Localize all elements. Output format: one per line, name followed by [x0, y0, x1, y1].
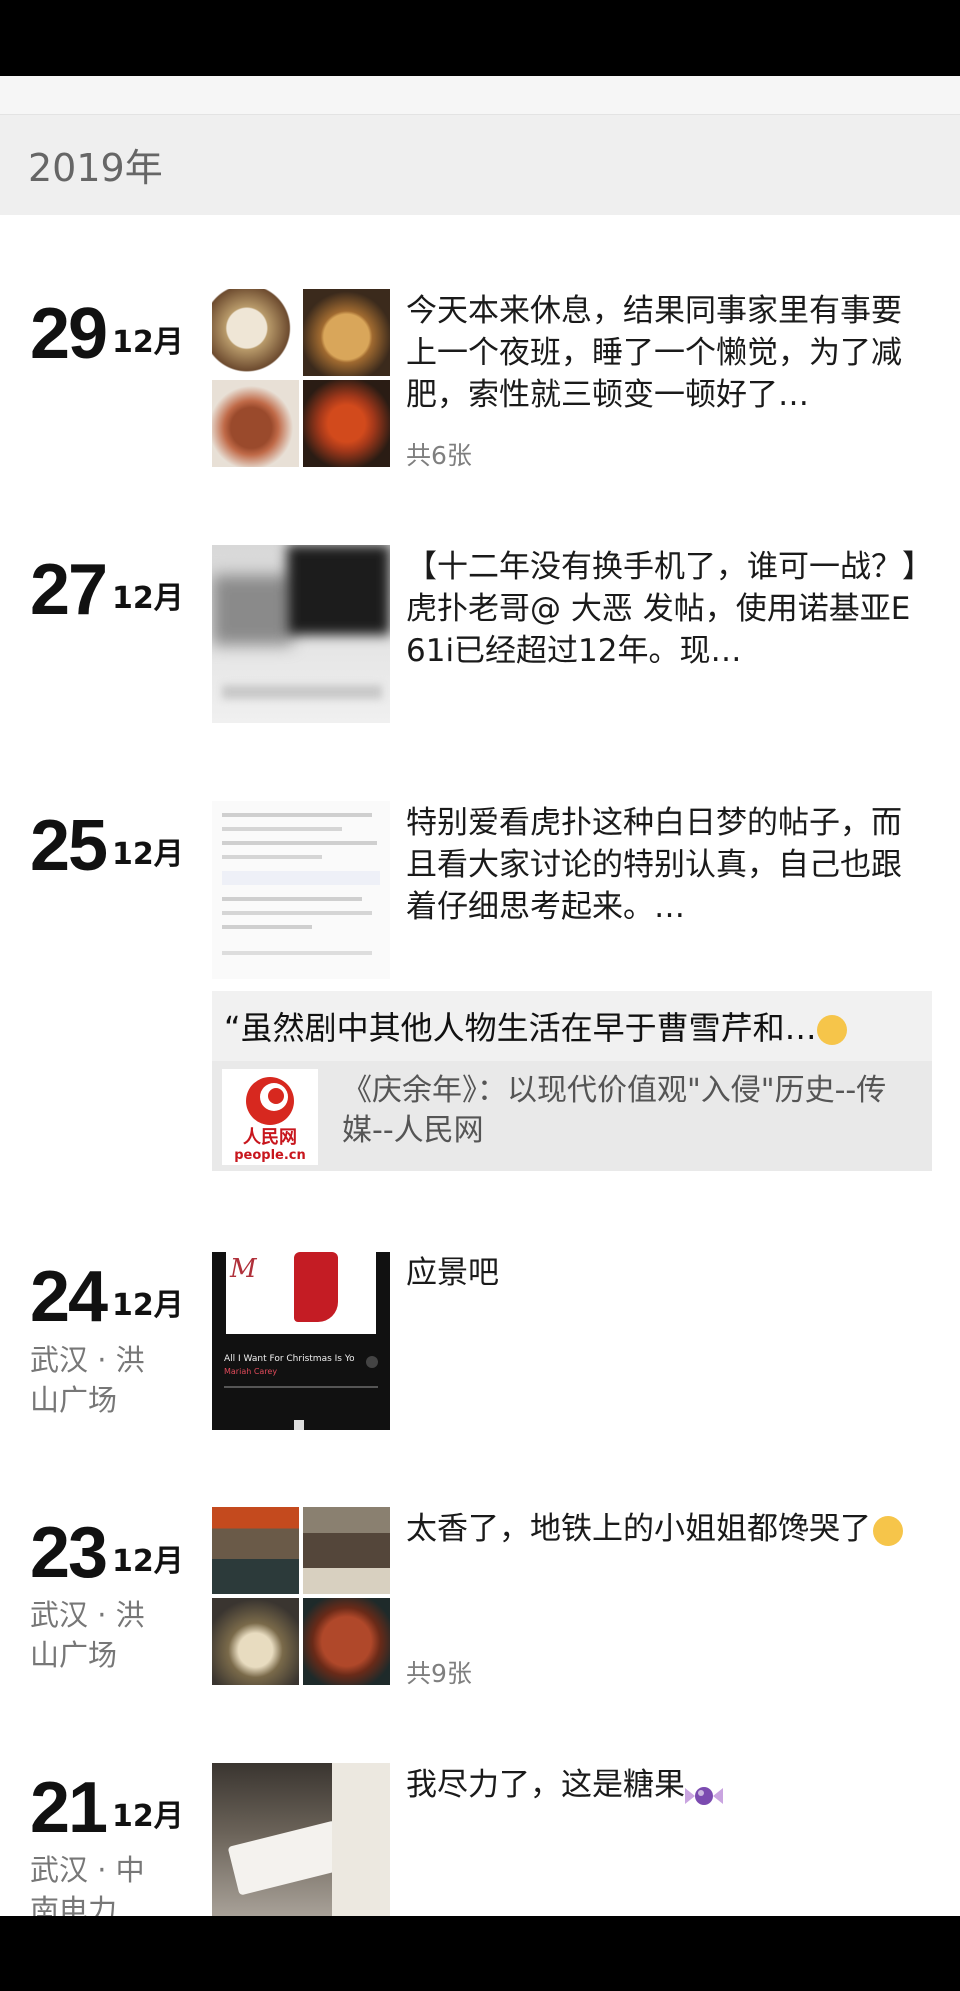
- post-text[interactable]: 我尽力了，这是糖果: [406, 1764, 926, 1806]
- food-photo-grid-icon[interactable]: [212, 289, 390, 467]
- surprised-face-emoji-icon: [816, 1015, 847, 1045]
- photo-count: 共6张: [406, 441, 472, 470]
- song-artist: Mariah Carey: [224, 1367, 278, 1376]
- post-day: 24: [30, 1257, 108, 1337]
- post-month: 12月: [112, 325, 184, 360]
- post-month: 12月: [112, 1544, 184, 1579]
- post-location[interactable]: 武汉 · 洪山广场: [30, 1595, 160, 1675]
- year-label: 2019年: [28, 146, 163, 190]
- blurred-phone-photo-icon[interactable]: [212, 545, 390, 723]
- post-text[interactable]: 应景吧: [406, 1252, 926, 1294]
- album-timeline[interactable]: 2019年 29 12月 今天本来休息，结果同事家里有事要上一个夜班，睡了一个懒…: [0, 76, 960, 1916]
- song-title: All I Want For Christmas Is Yo: [224, 1354, 354, 1364]
- post-day: 21: [30, 1768, 108, 1848]
- post-location[interactable]: 武汉 · 洪山广场: [30, 1340, 160, 1420]
- candy-paper-photo-icon[interactable]: [212, 1763, 390, 1916]
- top-divider-strip: [0, 76, 960, 115]
- shared-link-quote: “虽然剧中其他人物生活在早于曹雪芹和…: [224, 1003, 924, 1049]
- forum-screenshot-icon[interactable]: [212, 801, 390, 979]
- music-player-screenshot-icon[interactable]: M All I Want For Christmas Is Yo Mariah …: [212, 1252, 390, 1430]
- post-day: 29: [30, 294, 108, 374]
- post-text[interactable]: 太香了，地铁上的小姐姐都馋哭了: [406, 1508, 926, 1550]
- shared-article-preview[interactable]: 人民网 people.cn 《庆余年》：以现代价值观"入侵"历史--传媒--人民…: [212, 1061, 932, 1171]
- post-text[interactable]: 【十二年没有换手机了，谁可一战？】虎扑老哥@ 大恶 发帖，使用诺基亚E61i已经…: [406, 546, 926, 672]
- post-day: 23: [30, 1513, 108, 1593]
- shared-article-title: 《庆余年》：以现代价值观"入侵"历史--传媒--人民网: [342, 1073, 887, 1148]
- post-month: 12月: [112, 581, 184, 616]
- photo-count: 共9张: [406, 1659, 472, 1688]
- post-month: 12月: [112, 1799, 184, 1834]
- moments-album-screen: 2019年 29 12月 今天本来休息，结果同事家里有事要上一个夜班，睡了一个懒…: [0, 0, 960, 1991]
- logo-text-en: people.cn: [234, 1148, 306, 1163]
- crying-face-emoji-icon: [873, 1515, 903, 1546]
- people-cn-logo-icon: 人民网 people.cn: [222, 1069, 318, 1165]
- post-day: 27: [30, 550, 108, 630]
- candy-emoji-icon: [685, 1776, 723, 1805]
- logo-text-cn: 人民网: [243, 1127, 297, 1148]
- shared-link-card[interactable]: “虽然剧中其他人物生活在早于曹雪芹和… 人民网 people.cn 《庆余年》：…: [212, 991, 932, 1171]
- navigation-bar: [0, 1916, 960, 1991]
- street-food-photo-grid-icon[interactable]: [212, 1507, 390, 1685]
- post-month: 12月: [112, 837, 184, 872]
- post-location[interactable]: 武汉 · 中南电力: [30, 1850, 160, 1916]
- post-text[interactable]: 特别爱看虎扑这种白日梦的帖子，而且看大家讨论的特别认真，自己也跟着仔细思考起来。…: [406, 802, 926, 928]
- status-bar: [0, 0, 960, 76]
- post-day: 25: [30, 806, 108, 886]
- post-month: 12月: [112, 1288, 184, 1323]
- post-text[interactable]: 今天本来休息，结果同事家里有事要上一个夜班，睡了一个懒觉，为了减肥，索性就三顿变…: [406, 290, 926, 416]
- year-header: 2019年: [0, 115, 960, 215]
